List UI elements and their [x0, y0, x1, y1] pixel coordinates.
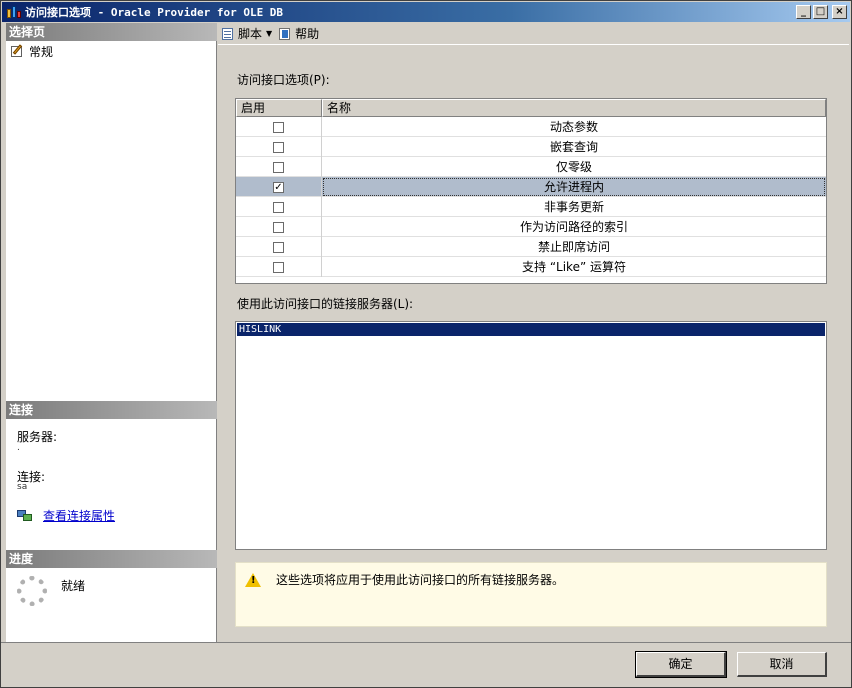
enabled-cell	[236, 137, 322, 157]
provider-options-grid[interactable]: 启用 名称 动态参数嵌套查询仅零级 ✓ 允许进程内非事务更新作为访问路径的索引 禁止即…	[235, 98, 827, 284]
table-row[interactable]: 作为访问路径的索引	[236, 217, 826, 237]
option-name: 支持 “Like” 运算符	[522, 260, 626, 274]
server-value: .	[17, 443, 20, 453]
view-connection-properties-link[interactable]: 查看连接属性	[43, 507, 115, 524]
enabled-cell	[236, 117, 322, 137]
nav-item-general[interactable]: 常规	[9, 43, 53, 59]
toolbar: 脚本 ▼ 帮助	[218, 23, 849, 45]
table-row[interactable]: ✓ 允许进程内	[236, 177, 826, 197]
enabled-cell	[236, 217, 322, 237]
option-name: 嵌套查询	[549, 140, 598, 154]
window-controls: _ □ ×	[796, 5, 847, 19]
enabled-checkbox[interactable]	[273, 241, 284, 253]
script-button[interactable]: 脚本 ▼	[221, 25, 272, 42]
enabled-checkbox[interactable]	[273, 141, 284, 153]
warning-mark: !	[251, 575, 256, 586]
option-name: 仅零级	[555, 160, 592, 174]
column-header-name[interactable]: 名称	[322, 99, 826, 117]
button-bar: 确定 取消	[1, 642, 851, 688]
provider-options-window: 访问接口选项 - Oracle Provider for OLE DB _ □ …	[0, 0, 852, 688]
table-row[interactable]: 禁止即席访问	[236, 237, 826, 257]
enabled-cell	[236, 157, 322, 177]
option-name: 动态参数	[549, 120, 598, 134]
help-label: 帮助	[295, 27, 320, 41]
progress-header: 进度	[6, 550, 217, 568]
script-icon	[221, 27, 235, 41]
info-message: 这些选项将应用于使用此访问接口的所有链接服务器。	[276, 573, 565, 587]
maximize-button[interactable]: □	[813, 5, 828, 19]
info-bar: ! 这些选项将应用于使用此访问接口的所有链接服务器。	[235, 562, 827, 627]
enabled-checkbox[interactable]	[273, 201, 284, 213]
linked-servers-list[interactable]: HISLINK	[235, 321, 827, 550]
left-pane: 选择页 常规 连接 服务器: . 连接: sa 查看连接属性 进度 就绪	[6, 23, 217, 642]
column-header-enabled[interactable]: 启用	[236, 99, 322, 117]
enabled-checkbox[interactable]	[273, 221, 284, 233]
enabled-cell: ✓	[236, 177, 322, 197]
table-row[interactable]: 非事务更新	[236, 197, 826, 217]
enabled-checkbox[interactable]: ✓	[273, 181, 284, 193]
grid-header: 启用 名称	[236, 99, 826, 117]
connection-value: sa	[17, 482, 28, 492]
progress-spinner-icon	[17, 576, 47, 606]
provider-options-label: 访问接口选项(P):	[237, 73, 330, 87]
table-row[interactable]: 支持 “Like” 运算符	[236, 257, 826, 277]
enabled-cell	[236, 257, 322, 277]
ok-button[interactable]: 确定	[635, 651, 727, 678]
enabled-checkbox[interactable]	[273, 261, 284, 273]
list-item[interactable]: HISLINK	[237, 323, 825, 336]
help-button[interactable]: 帮助	[278, 25, 319, 42]
table-row[interactable]: 动态参数	[236, 117, 826, 137]
select-page-header: 选择页	[6, 23, 217, 41]
minimize-button[interactable]: _	[796, 5, 811, 19]
app-icon	[7, 6, 21, 18]
table-row[interactable]: 仅零级	[236, 157, 826, 177]
option-name: 非事务更新	[543, 200, 604, 214]
general-page-icon	[9, 44, 25, 58]
window-title: 访问接口选项 - Oracle Provider for OLE DB	[25, 6, 284, 19]
enabled-cell	[236, 197, 322, 217]
option-name: 允许进程内	[322, 177, 826, 197]
server-label: 服务器:	[17, 430, 58, 444]
close-button[interactable]: ×	[832, 5, 847, 19]
table-row[interactable]: 嵌套查询	[236, 137, 826, 157]
connection-header: 连接	[6, 401, 217, 419]
enabled-cell	[236, 237, 322, 257]
title-bar[interactable]: 访问接口选项 - Oracle Provider for OLE DB _ □ …	[2, 2, 850, 22]
linked-servers-label: 使用此访问接口的链接服务器(L):	[237, 297, 414, 311]
help-icon	[278, 27, 292, 41]
progress-status: 就绪	[61, 579, 86, 593]
enabled-checkbox[interactable]	[273, 161, 284, 173]
script-label: 脚本	[238, 27, 263, 41]
connection-properties-icon	[17, 508, 33, 522]
nav-item-label: 常规	[29, 44, 54, 59]
enabled-checkbox[interactable]	[273, 121, 284, 133]
cancel-button[interactable]: 取消	[737, 652, 827, 677]
option-name: 禁止即席访问	[537, 240, 610, 254]
option-name: 作为访问路径的索引	[519, 220, 628, 234]
dropdown-arrow-icon[interactable]: ▼	[266, 29, 272, 38]
